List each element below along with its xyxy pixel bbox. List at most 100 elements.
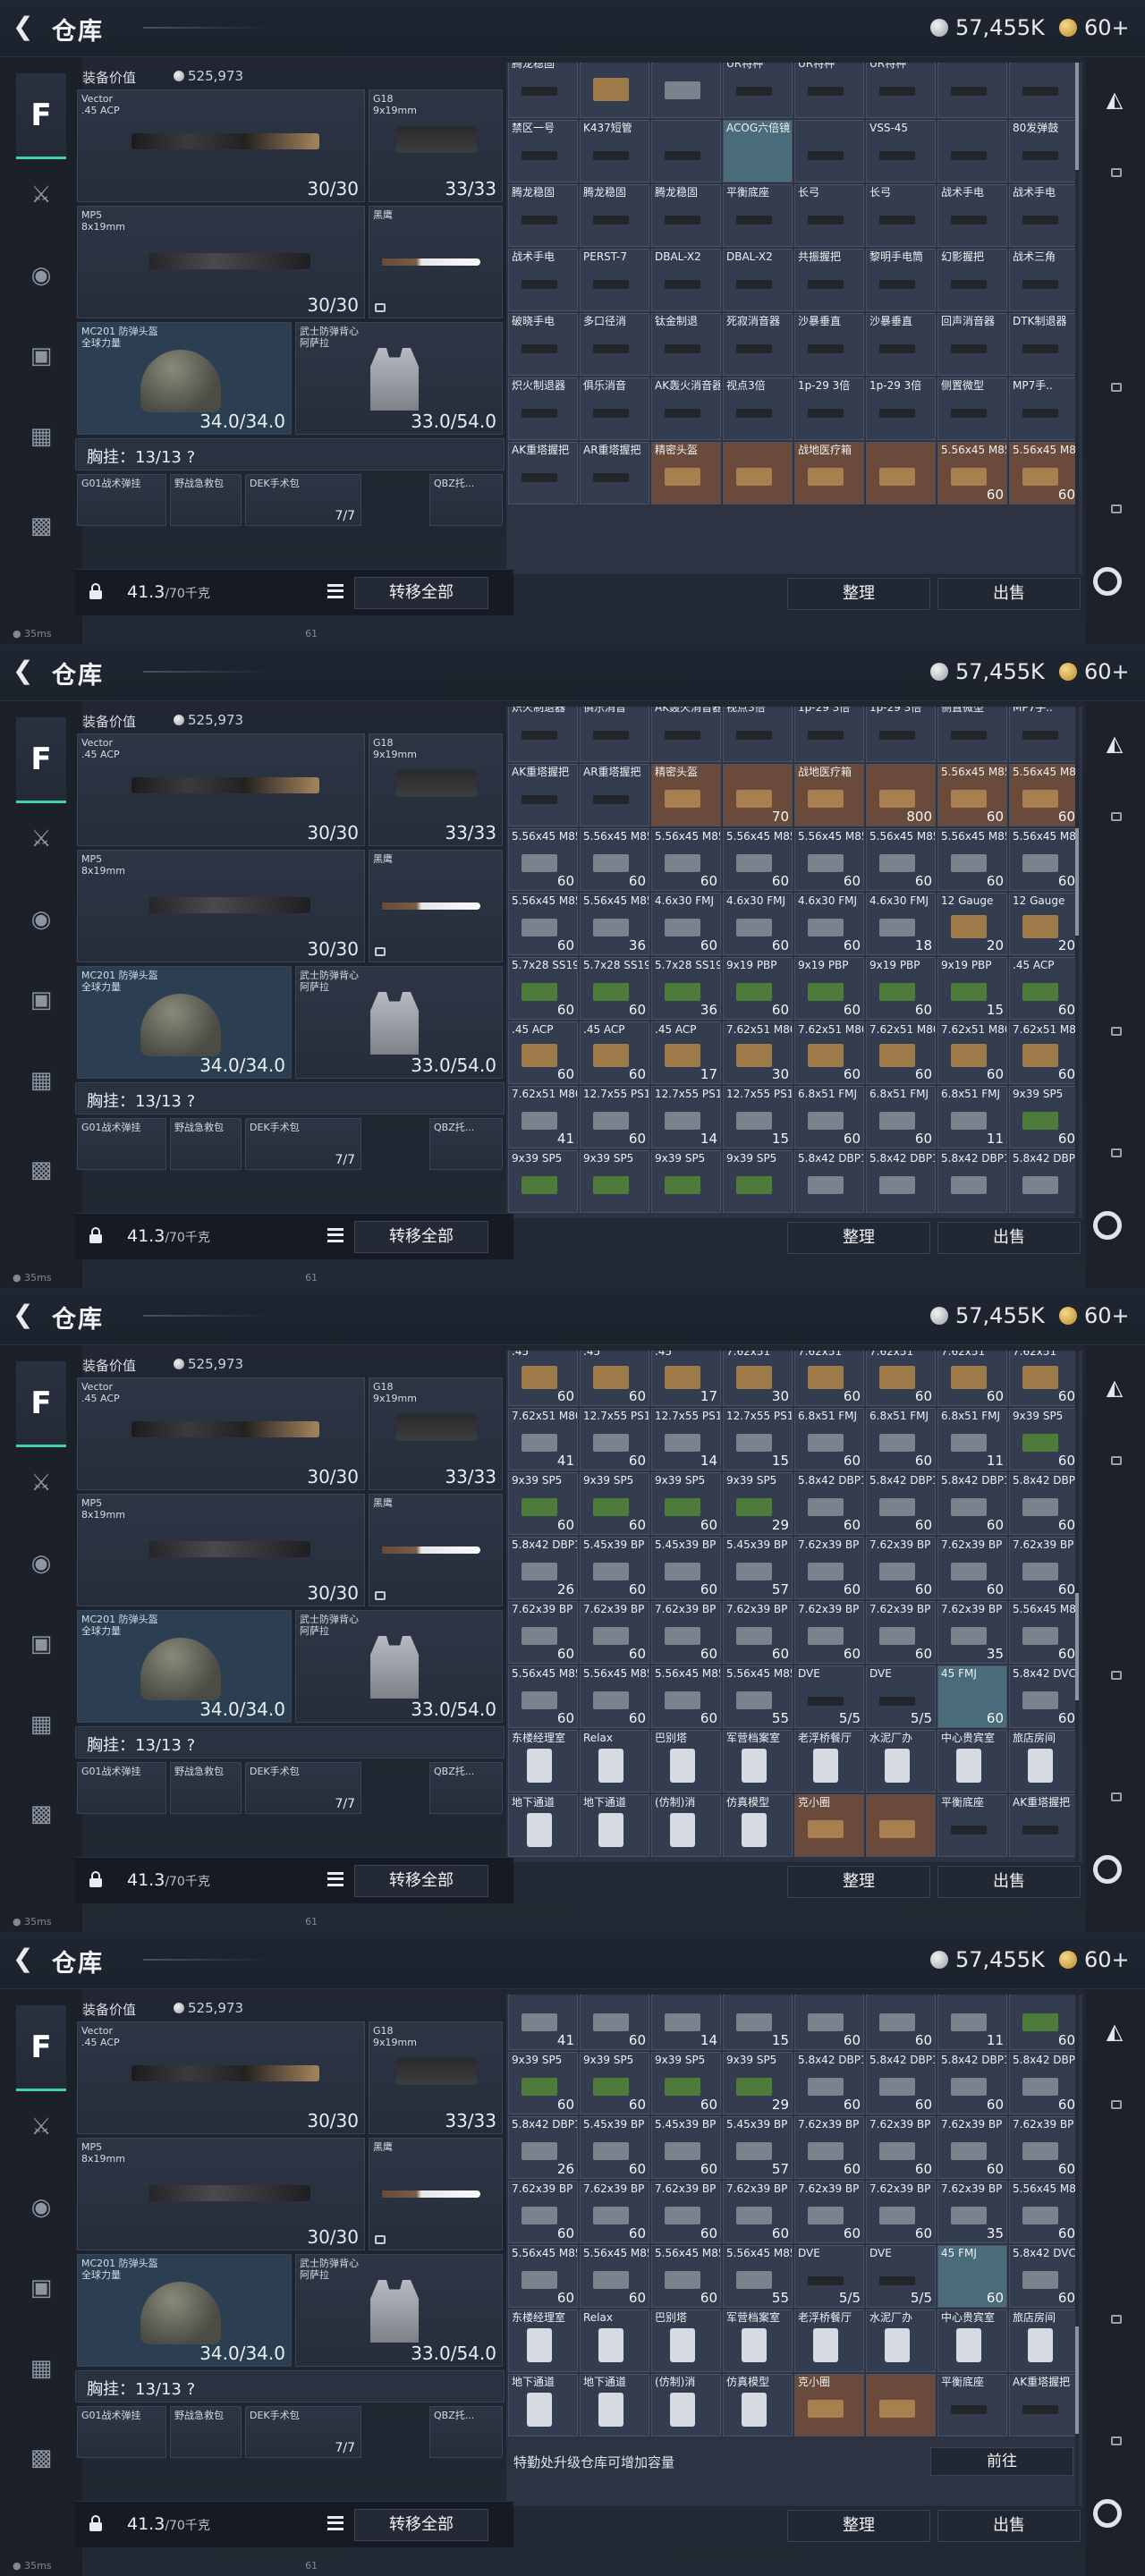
storage-item[interactable]: 水泥厂办 xyxy=(866,1730,936,1792)
sidebar-item-helmet[interactable]: ◉ xyxy=(21,254,61,297)
storage-item[interactable]: 7.62x51 M80 41 xyxy=(508,1408,578,1470)
storage-item[interactable]: 长弓 xyxy=(794,184,864,247)
storage-scrollbar[interactable] xyxy=(1075,707,1079,1218)
primary-weapon-slot[interactable]: Vector .45 ACP 30/30 xyxy=(77,733,365,846)
sidearm-slot[interactable]: G18 9x19mm 33/33 xyxy=(369,2021,503,2134)
storage-item[interactable]: 7.62x39 BP 60 xyxy=(794,1537,864,1599)
storage-item[interactable]: 60 xyxy=(794,1995,864,2050)
storage-item[interactable]: 5.56x45 M855 60 xyxy=(937,828,1007,891)
storage-item[interactable]: AK重塔握把 xyxy=(508,442,578,504)
storage-item[interactable]: 5.56x45 M855 60 xyxy=(580,828,649,891)
melee-slot[interactable]: 黑鹰 xyxy=(369,850,503,962)
sidebar-item-bag[interactable]: ▣ xyxy=(21,2267,61,2309)
rig-item[interactable]: 野战急救包 xyxy=(170,1118,242,1170)
storage-item[interactable]: 5.8x42 DBP10 60 xyxy=(937,1472,1007,1535)
storage-item[interactable]: 战地医疗箱 xyxy=(794,764,864,826)
storage-item[interactable]: 平衡底座 xyxy=(723,184,793,247)
storage-item[interactable]: 5.8x42 DBP10 60 xyxy=(794,1472,864,1535)
storage-item[interactable]: 黎明手电筒 xyxy=(866,249,936,311)
storage-item[interactable]: 9x39 SP5 29 xyxy=(723,1472,793,1535)
sidebar-item-weapons[interactable]: F xyxy=(16,73,66,159)
secondary-weapon-slot[interactable]: MP5 8x19mm 30/30 xyxy=(77,2138,365,2250)
storage-item[interactable]: DVE 5/5 xyxy=(866,2245,936,2308)
storage-scrollbar[interactable] xyxy=(1075,63,1079,574)
storage-item[interactable]: 9x39 SP5 60 xyxy=(508,1472,578,1535)
sidebar-item-armor[interactable]: ⚔ xyxy=(21,174,61,216)
back-arrow-icon[interactable]: ❮ xyxy=(13,14,39,41)
storage-item[interactable]: 6.8x51 FMJ 60 xyxy=(794,1408,864,1470)
storage-item[interactable]: Relax xyxy=(580,1730,649,1792)
storage-item[interactable]: 4.6x30 FMJ 60 xyxy=(794,893,864,955)
storage-grid[interactable]: .45 60.45 60.45 17 7.62x51 30 7.62x51 60 7.62x51… xyxy=(506,1351,1082,1862)
sort-button[interactable]: 整理 xyxy=(787,1222,930,1254)
armor-slot[interactable]: 武士防弹背心 阿萨拉 33.0/54.0 xyxy=(295,2254,503,2367)
storage-item[interactable]: 地下通道 xyxy=(508,2374,578,2436)
list-icon[interactable] xyxy=(327,2516,344,2530)
storage-item[interactable]: 7.62x51 60 xyxy=(794,1351,864,1406)
storage-item[interactable]: 9x39 SP5 60 xyxy=(651,1472,721,1535)
storage-item[interactable]: 中心贵宾室 xyxy=(937,2309,1007,2372)
rig-item[interactable]: QBZ托... xyxy=(429,1762,503,1814)
storage-item[interactable]: 5.8x42 DBP10 60 xyxy=(866,2052,936,2114)
storage-item[interactable]: 9x39 SP5 60 xyxy=(508,2052,578,2114)
storage-item[interactable]: MP7手.. xyxy=(1009,377,1079,440)
storage-item[interactable]: 7.62x39 BP 60 xyxy=(1009,2116,1079,2179)
storage-item[interactable]: 5.8x42 DBP10 xyxy=(937,1150,1007,1213)
storage-item[interactable]: 沙暴垂直 xyxy=(866,313,936,376)
storage-item[interactable]: 45 FMJ 60 xyxy=(937,2245,1007,2308)
sidebar-item-bag[interactable]: ▣ xyxy=(21,335,61,377)
sidearm-slot[interactable]: G18 9x19mm 33/33 xyxy=(369,1377,503,1490)
secondary-weapon-slot[interactable]: MP5 8x19mm 30/30 xyxy=(77,850,365,962)
storage-item[interactable]: 7.62x51 M80 30 xyxy=(723,1021,793,1084)
helmet-slot[interactable]: MC201 防弹头盔 全球力量 34.0/34.0 xyxy=(77,2254,292,2367)
storage-item[interactable]: 5.56x45 M855A1 60 xyxy=(1009,2181,1079,2243)
settings-gear-icon[interactable] xyxy=(1093,567,1122,596)
storage-item[interactable]: 5.8x42 DBP10 60 xyxy=(794,2052,864,2114)
storage-item[interactable]: 4.6x30 FMJ 18 xyxy=(866,893,936,955)
rig-item[interactable]: DEK手术包 7/7 xyxy=(245,1118,361,1170)
sidebar-item-helmet[interactable]: ◉ xyxy=(21,898,61,941)
sidebar-item-weapons[interactable]: F xyxy=(16,1361,66,1447)
storage-item[interactable] xyxy=(937,120,1007,182)
rig-item[interactable]: QBZ托... xyxy=(429,474,503,526)
sell-button[interactable]: 出售 xyxy=(937,1866,1081,1898)
storage-item[interactable]: 6.8x51 FMJ 11 xyxy=(937,1408,1007,1470)
rig-item[interactable]: 野战急救包 xyxy=(170,1762,242,1814)
storage-item[interactable]: 5.8x42 DBP10 26 xyxy=(508,2116,578,2179)
storage-item[interactable]: 12 Gauge 20 xyxy=(937,893,1007,955)
storage-item[interactable] xyxy=(580,63,649,118)
storage-item[interactable]: 腾龙稳固 xyxy=(651,184,721,247)
chest-rig-bar[interactable]: 胸挂：13/13 ? xyxy=(75,2370,505,2402)
storage-item[interactable]: 战术三角 xyxy=(1009,249,1079,311)
storage-item[interactable]: 9x39 SP5 xyxy=(508,1150,578,1213)
storage-item[interactable]: AK重塔握把 xyxy=(508,764,578,826)
warehouse-tab-icon[interactable]: ◭ xyxy=(1100,2018,1129,2046)
storage-item[interactable]: 45 FMJ 60 xyxy=(937,1665,1007,1728)
storage-item[interactable]: 9x39 SP5 xyxy=(723,1150,793,1213)
primary-weapon-slot[interactable]: Vector .45 ACP 30/30 xyxy=(77,89,365,202)
storage-item[interactable]: 钛金制退 xyxy=(651,313,721,376)
armor-slot[interactable]: 武士防弹背心 阿萨拉 33.0/54.0 xyxy=(295,322,503,435)
storage-item[interactable]: .45 ACP 60 xyxy=(508,1021,578,1084)
storage-item[interactable]: VSS-45 xyxy=(866,120,936,182)
storage-item[interactable]: 巴别塔 xyxy=(651,1730,721,1792)
storage-item[interactable]: 克小圈 xyxy=(794,1794,864,1857)
storage-item[interactable]: 1p-29 3倍 xyxy=(794,377,864,440)
back-arrow-icon[interactable]: ❮ xyxy=(13,658,39,685)
sidebar-item-weapons[interactable]: F xyxy=(16,717,66,803)
storage-item[interactable]: 5.56x45 M855A1 60 xyxy=(651,2245,721,2308)
storage-item[interactable]: 5.56x45 M855 60 xyxy=(508,828,578,891)
storage-item[interactable]: 7.62x51 M80 60 xyxy=(937,1021,1007,1084)
storage-item[interactable]: 6.8x51 FMJ 11 xyxy=(937,1086,1007,1148)
storage-item[interactable]: 战术手电 xyxy=(508,249,578,311)
storage-item[interactable]: 5.56x45 M855 60 xyxy=(866,828,936,891)
storage-item[interactable]: 5.8x42 DVC 60 xyxy=(1009,2245,1079,2308)
storage-item[interactable]: 5.56x45 M855 60 xyxy=(937,442,1007,504)
rig-item[interactable]: G01战术弹挂 xyxy=(77,1118,166,1170)
storage-item[interactable]: 9x39 SP5 xyxy=(580,1150,649,1213)
storage-item[interactable]: 7.62x39 BP 60 xyxy=(1009,1537,1079,1599)
armor-slot[interactable]: 武士防弹背心 阿萨拉 33.0/54.0 xyxy=(295,1610,503,1723)
gold-currency[interactable]: 60+ xyxy=(1059,1946,1130,1973)
rig-item[interactable]: QBZ托... xyxy=(429,1118,503,1170)
storage-item[interactable]: 平衡底座 xyxy=(937,1794,1007,1857)
